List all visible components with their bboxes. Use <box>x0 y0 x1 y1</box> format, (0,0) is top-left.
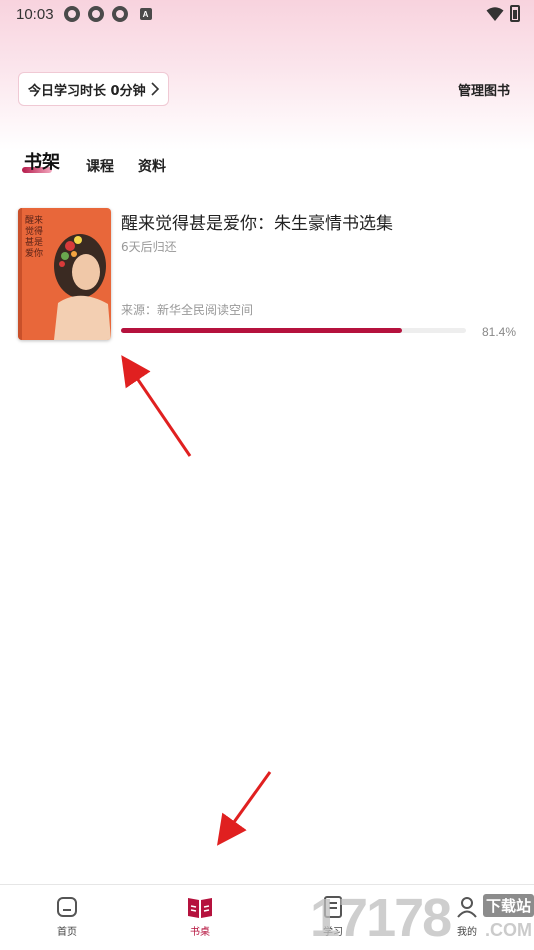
study-time-label: 今日学习时长 0分钟 <box>28 83 146 99</box>
notification-app-icon <box>63 6 80 22</box>
watermark-subtext: 下载站 <box>482 894 534 917</box>
book-desk-icon <box>188 898 212 918</box>
nav-home[interactable]: 首页 <box>37 895 97 938</box>
cover-title: 醒来觉得 甚是爱你 <box>25 216 44 259</box>
tab-materials[interactable]: 资料 <box>138 156 166 176</box>
status-time: 10:03 <box>16 5 54 23</box>
status-indicators <box>486 5 520 22</box>
home-icon <box>57 897 77 917</box>
nav-book-desk[interactable]: 书桌 <box>170 895 230 938</box>
notification-app-icon <box>111 6 128 22</box>
battery-icon <box>510 5 520 22</box>
book-source: 来源：新华全民阅读空间 <box>121 303 254 317</box>
chevron-right-icon <box>151 82 160 96</box>
study-time-button[interactable]: 今日学习时长 0分钟 <box>18 72 169 106</box>
status-bar: 10:03 A <box>0 0 534 28</box>
reading-progress-text: 81.4% <box>481 325 516 339</box>
tab-course[interactable]: 课程 <box>86 156 114 176</box>
book-due-date: 6天后归还 <box>121 240 177 254</box>
notification-app-icon <box>87 6 104 22</box>
tab-bookshelf[interactable]: 书架 <box>24 148 60 174</box>
nav-home-label: 首页 <box>57 927 77 938</box>
reading-progress-fill <box>121 328 402 333</box>
manage-books-button[interactable]: 管理图书 <box>458 80 510 99</box>
watermark-number: 17178 <box>310 888 452 948</box>
reading-progress-bar <box>121 328 466 333</box>
book-title[interactable]: 醒来觉得甚是爱你：朱生豪情书选集 <box>121 209 393 234</box>
nav-book-desk-label: 书桌 <box>190 927 210 938</box>
book-cover[interactable]: 醒来觉得 甚是爱你 <box>18 208 111 340</box>
arrow-to-desk-tab <box>216 771 272 846</box>
watermark-logo: 17178 下载站 .COM <box>310 886 534 950</box>
wifi-icon <box>486 6 504 21</box>
notification-a-icon: A <box>139 8 152 20</box>
arrow-to-book <box>121 355 192 457</box>
watermark-domain: .COM <box>485 920 532 940</box>
